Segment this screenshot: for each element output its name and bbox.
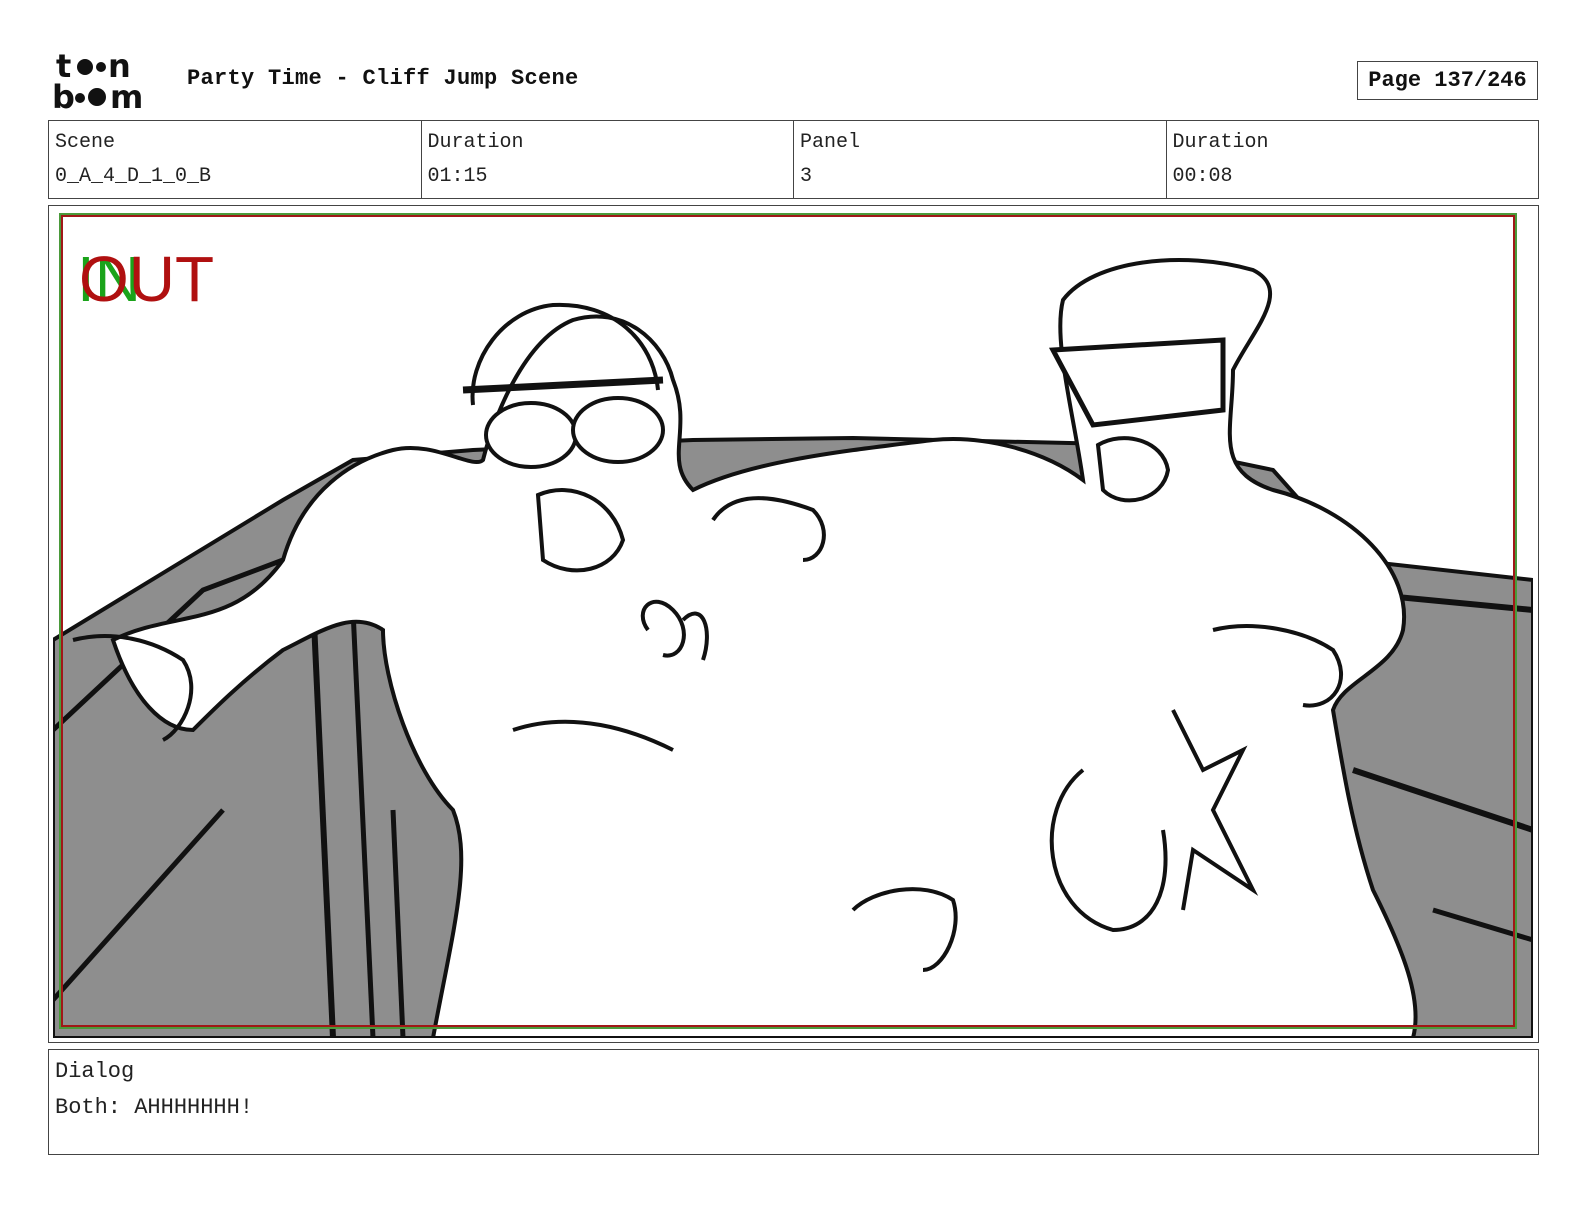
panel-drawing: IN OUT <box>53 210 1533 1038</box>
document-title: Party Time - Cliff Jump Scene <box>187 66 579 91</box>
car-interior-sketch <box>53 210 1533 1038</box>
svg-text:b: b <box>52 78 75 112</box>
dialog-label: Dialog <box>55 1059 135 1084</box>
scene-duration-label: Duration <box>427 131 524 154</box>
panel-value: 3 <box>800 165 813 188</box>
dialog-text: Both: AHHHHHHH! <box>55 1095 254 1120</box>
storyboard-panel: IN OUT <box>48 205 1539 1043</box>
panel-duration-cell: Duration 00:08 <box>1167 121 1539 198</box>
panel-duration-value: 00:08 <box>1172 165 1233 188</box>
out-marker: OUT <box>79 243 214 315</box>
dialog-box: Dialog Both: AHHHHHHH! <box>48 1049 1539 1155</box>
scene-info-table: Scene 0_A_4_D_1_0_B Duration 01:15 Panel… <box>48 120 1539 199</box>
scene-duration-cell: Duration 01:15 <box>422 121 794 198</box>
scene-cell: Scene 0_A_4_D_1_0_B <box>49 121 422 198</box>
svg-text:m: m <box>110 78 143 112</box>
panel-duration-label: Duration <box>1172 131 1269 154</box>
panel-label: Panel <box>800 131 861 154</box>
scene-duration-value: 01:15 <box>427 165 488 188</box>
scene-value: 0_A_4_D_1_0_B <box>55 165 212 188</box>
toon-boom-logo: t n b m <box>52 50 143 112</box>
page-counter: Page 137/246 <box>1357 61 1538 100</box>
scene-label: Scene <box>55 131 116 154</box>
panel-cell: Panel 3 <box>794 121 1167 198</box>
